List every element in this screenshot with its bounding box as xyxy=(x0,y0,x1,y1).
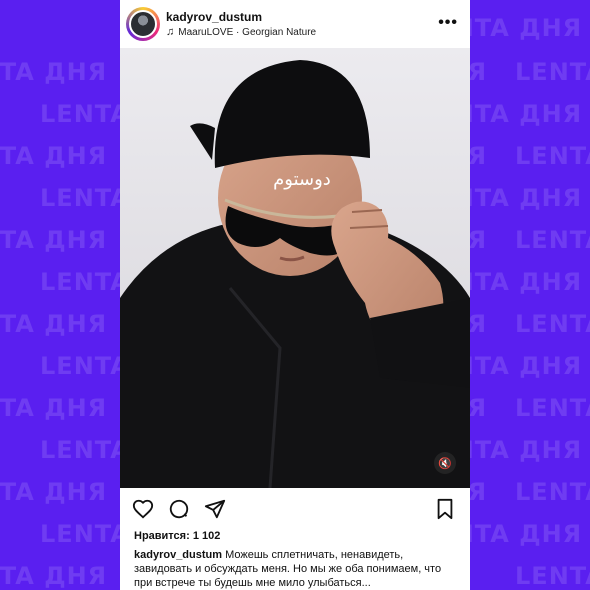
likes-count[interactable]: Нравится: 1 102 xyxy=(134,530,220,542)
watermark: LENTA ДНЯ xyxy=(0,310,108,338)
likes-number: 1 102 xyxy=(192,530,221,542)
watermark: LENTA ДНЯ xyxy=(515,58,590,86)
watermark: LENTA ДНЯ xyxy=(515,310,590,338)
watermark: LENTA ДНЯ xyxy=(0,226,108,254)
watermark: LENTA ДНЯ xyxy=(0,142,108,170)
mute-icon[interactable]: 🔇 xyxy=(434,452,456,474)
cap-text: دوستوم xyxy=(273,169,331,190)
post-username[interactable]: kadyrov_dustum xyxy=(166,10,262,24)
watermark: LENTA ДНЯ xyxy=(515,478,590,506)
heart-icon[interactable] xyxy=(132,498,154,520)
watermark: LENTA ДНЯ xyxy=(0,478,108,506)
photo-illustration: دوستوم xyxy=(120,48,470,488)
watermark: LENTA ДНЯ xyxy=(515,394,590,422)
watermark: LENTA ДНЯ xyxy=(0,58,108,86)
post-actions xyxy=(120,488,470,528)
instagram-post: kadyrov_dustum ♫ MaaruLOVE · Georgian Na… xyxy=(120,0,470,590)
share-icon[interactable] xyxy=(204,498,226,520)
avatar[interactable] xyxy=(126,7,160,41)
watermark: LENTA ДНЯ xyxy=(0,394,108,422)
post-caption: kadyrov_dustum Можешь сплетничать, ненав… xyxy=(134,548,460,590)
music-info[interactable]: ♫ MaaruLOVE · Georgian Nature xyxy=(166,26,316,38)
caption-username[interactable]: kadyrov_dustum xyxy=(134,549,222,561)
post-photo[interactable]: دوستوم 🔇 xyxy=(120,48,470,488)
watermark: LENTA ДНЯ xyxy=(515,562,590,590)
bookmark-icon[interactable] xyxy=(434,498,456,520)
music-title: MaaruLOVE · Georgian Nature xyxy=(178,26,317,38)
more-horizontal-icon[interactable]: ••• xyxy=(438,14,458,32)
watermark: LENTA ДНЯ xyxy=(515,142,590,170)
comment-icon[interactable] xyxy=(168,498,190,520)
watermark: LENTA ДНЯ xyxy=(0,562,108,590)
watermark: LENTA ДНЯ xyxy=(515,226,590,254)
post-header: kadyrov_dustum ♫ MaaruLOVE · Georgian Na… xyxy=(120,0,470,48)
music-icon: ♫ xyxy=(166,26,175,38)
likes-label: Нравится: xyxy=(134,530,190,542)
